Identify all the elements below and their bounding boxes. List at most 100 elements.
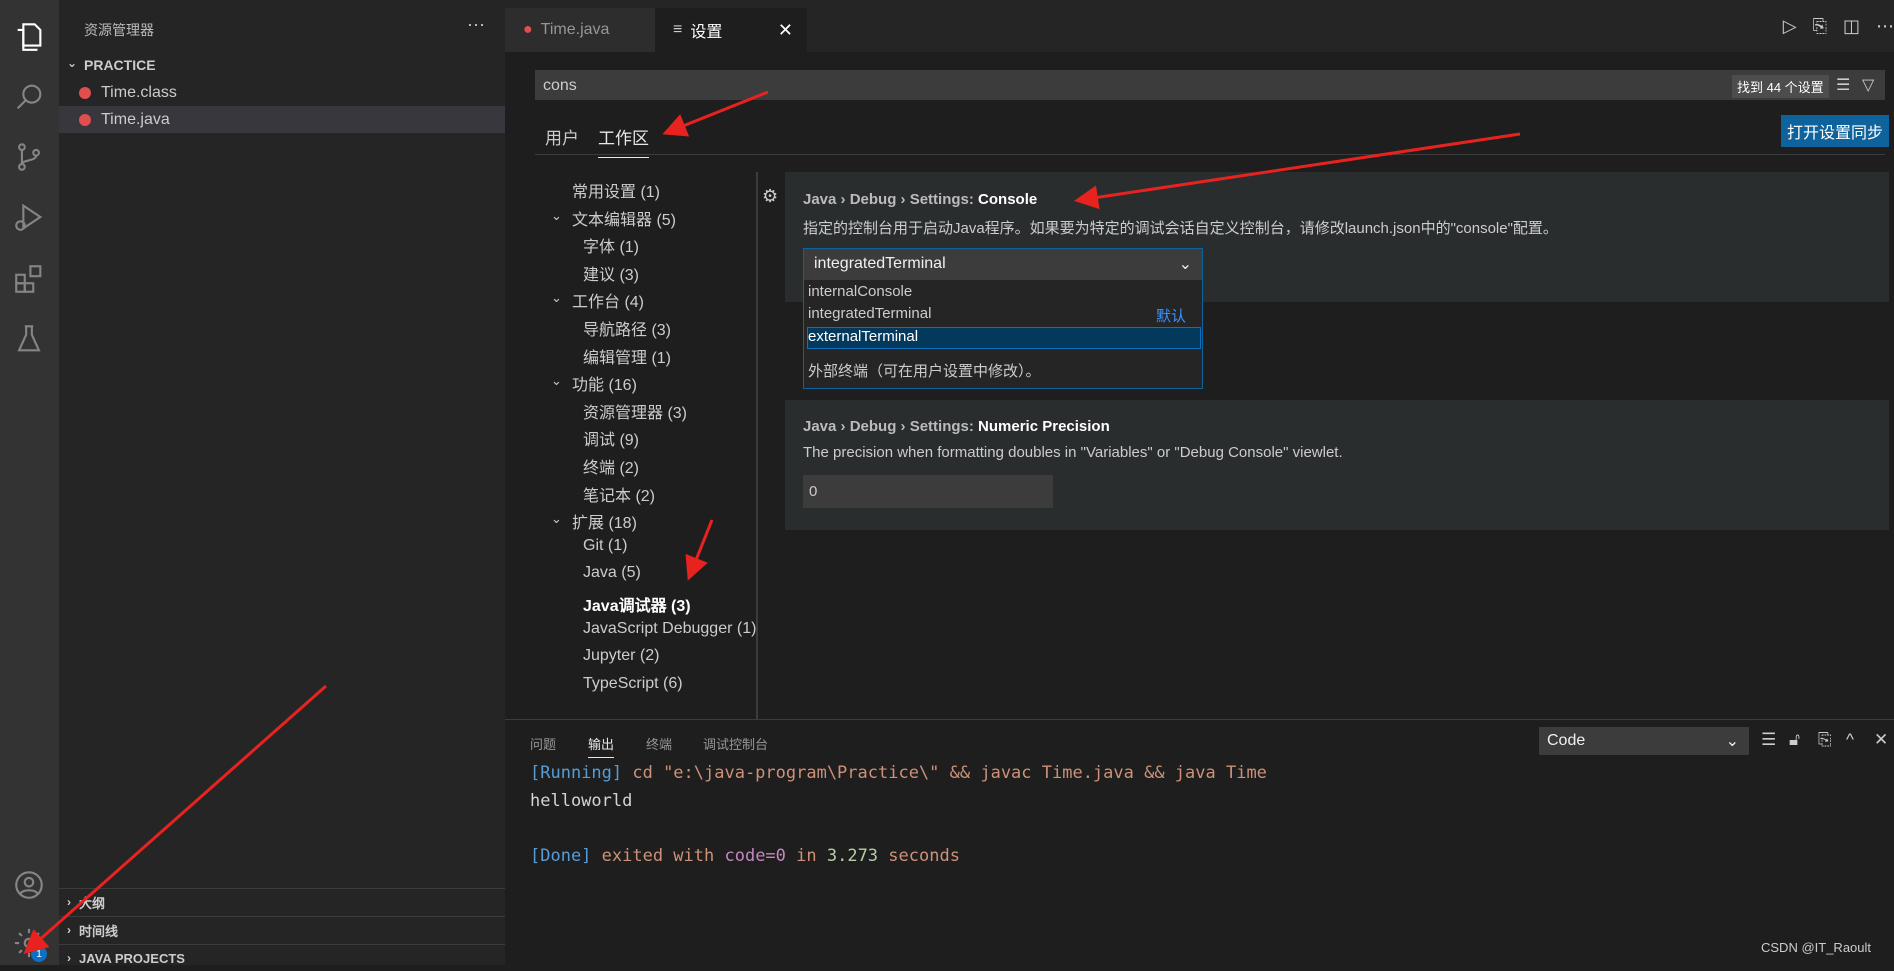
- file-time-java[interactable]: Time.java: [59, 106, 505, 133]
- toc-item[interactable]: 工作台 (4): [572, 288, 644, 312]
- toc-item[interactable]: JavaScript Debugger (1): [583, 620, 756, 638]
- numeric-precision-input[interactable]: [803, 475, 1053, 508]
- close-icon[interactable]: ✕: [778, 20, 793, 41]
- file-label: Time.class: [101, 83, 177, 101]
- toc-item[interactable]: Java调试器 (3): [583, 592, 691, 616]
- section-label: 大纲: [79, 895, 106, 911]
- divider: [535, 154, 1885, 155]
- search-icon[interactable]: [10, 78, 48, 116]
- section-timeline[interactable]: › 时间线: [59, 916, 505, 943]
- chevron-right-icon: ›: [67, 951, 71, 965]
- exit-code: code=0: [724, 846, 786, 866]
- output-line-done: [Done] exited with code=0 in 3.273 secon…: [530, 846, 960, 866]
- toc-item[interactable]: 调试 (9): [583, 426, 639, 450]
- clear-filter-icon[interactable]: ☰: [1836, 75, 1850, 95]
- setting-name: Console: [978, 191, 1038, 208]
- watermark: CSDN @IT_Raoult: [1761, 940, 1872, 955]
- run-icon[interactable]: ▷: [1783, 16, 1797, 37]
- extensions-icon[interactable]: [10, 260, 48, 298]
- open-log-icon[interactable]: ⎘: [1818, 730, 1832, 750]
- option-label: integratedTerminal: [808, 305, 932, 322]
- toc-item[interactable]: 笔记本 (2): [583, 482, 655, 506]
- default-badge: 默认: [1155, 308, 1186, 325]
- settings-sync-button[interactable]: 打开设置同步: [1781, 115, 1889, 147]
- filter-icon[interactable]: ▽: [1862, 75, 1874, 95]
- maximize-panel-icon[interactable]: ^: [1846, 730, 1854, 750]
- done-text: seconds: [878, 846, 960, 866]
- tab-time-java[interactable]: ● Time.java: [505, 8, 655, 52]
- account-icon[interactable]: [10, 866, 48, 904]
- option-label: internalConsole: [808, 283, 913, 300]
- folder-label: PRACTICE: [84, 57, 156, 73]
- chevron-down-icon[interactable]: ⌄: [551, 373, 562, 389]
- toc-item[interactable]: 资源管理器 (3): [583, 399, 687, 423]
- settings-search-input[interactable]: [541, 73, 1645, 99]
- toc-item[interactable]: 功能 (16): [572, 371, 637, 395]
- select-value: Code: [1547, 732, 1586, 749]
- option-external-terminal[interactable]: externalTerminal: [807, 327, 1201, 349]
- toc-item[interactable]: Java (5): [583, 564, 641, 582]
- file-time-class[interactable]: Time.class: [59, 79, 505, 106]
- console-select[interactable]: integratedTerminal ⌄: [803, 248, 1203, 281]
- section-outline[interactable]: › 大纲: [59, 888, 505, 915]
- section-java-projects[interactable]: › JAVA PROJECTS: [59, 944, 505, 971]
- run-debug-icon[interactable]: [10, 198, 48, 236]
- toc-item[interactable]: 导航路径 (3): [583, 316, 671, 340]
- chevron-down-icon[interactable]: ⌄: [551, 511, 562, 527]
- option-description: 外部终端（可在用户设置中修改）。: [808, 363, 1041, 380]
- file-label: Time.java: [101, 110, 170, 128]
- toc-item[interactable]: 文本编辑器 (5): [572, 206, 676, 230]
- java-file-icon: [79, 86, 91, 99]
- toc-item[interactable]: 扩展 (18): [572, 509, 637, 533]
- toc-item[interactable]: Jupyter (2): [583, 647, 659, 665]
- toc-item[interactable]: 终端 (2): [583, 454, 639, 478]
- command-text: cd "e:\java-program\Practice\" && javac …: [622, 763, 1267, 783]
- toc-item[interactable]: 编辑管理 (1): [583, 344, 671, 368]
- clear-output-icon[interactable]: ☰: [1761, 730, 1776, 750]
- testing-flask-icon[interactable]: [10, 320, 48, 358]
- editor-tab-bar: ● Time.java ≡ 设置 ✕ ▷ ⎘ ◫ ⋯: [505, 0, 1894, 52]
- duration-value: 3.273: [826, 846, 879, 866]
- panel-tab-debug-console[interactable]: 调试控制台: [703, 734, 768, 753]
- toc-item[interactable]: 建议 (3): [583, 261, 639, 285]
- explorer-icon[interactable]: [10, 18, 48, 56]
- more-actions-icon[interactable]: ···: [467, 14, 485, 35]
- panel-tab-terminal[interactable]: 终端: [646, 734, 672, 753]
- section-label: 时间线: [79, 923, 119, 939]
- select-value: integratedTerminal: [814, 255, 946, 272]
- setting-gear-icon[interactable]: ⚙: [762, 186, 778, 207]
- folder-practice[interactable]: ⌄ PRACTICE: [59, 53, 505, 77]
- more-actions-icon[interactable]: ⋯: [1876, 16, 1894, 37]
- toc-item[interactable]: Git (1): [583, 537, 627, 555]
- tab-settings[interactable]: ≡ 设置 ✕: [655, 8, 807, 52]
- setting-precision-title: Java › Debug › Settings: Numeric Precisi…: [803, 418, 1110, 435]
- split-editor-icon[interactable]: ◫: [1843, 16, 1860, 37]
- output-panel: 问题 输出 终端 调试控制台: [505, 719, 1894, 966]
- chevron-down-icon[interactable]: ⌄: [551, 208, 562, 224]
- close-panel-icon[interactable]: ✕: [1874, 730, 1888, 750]
- toc-item[interactable]: TypeScript (6): [583, 675, 683, 693]
- chevron-down-icon[interactable]: ⌄: [551, 290, 562, 306]
- toc-item[interactable]: 常用设置 (1): [572, 178, 660, 202]
- source-control-icon[interactable]: [10, 138, 48, 176]
- scope-tab-user[interactable]: 用户: [545, 124, 579, 157]
- toc-item[interactable]: 字体 (1): [583, 233, 639, 257]
- open-json-icon[interactable]: ⎘: [1813, 16, 1827, 37]
- lock-scroll-icon[interactable]: 🔓︎: [1789, 730, 1800, 750]
- editor-actions: ▷ ⎘ ◫ ⋯: [1783, 16, 1894, 37]
- chevron-down-icon: ⌄: [1725, 733, 1739, 750]
- section-label: JAVA PROJECTS: [79, 950, 185, 966]
- tab-label: Time.java: [540, 21, 610, 38]
- running-tag: [Running]: [530, 763, 623, 783]
- scope-tab-workspace[interactable]: 工作区: [598, 124, 649, 158]
- done-text: in: [785, 846, 827, 866]
- setting-category: Java › Debug › Settings:: [803, 191, 979, 208]
- option-integrated-terminal[interactable]: integratedTerminal 默认: [808, 305, 1200, 325]
- panel-tab-problems[interactable]: 问题: [530, 734, 556, 753]
- panel-tab-output[interactable]: 输出: [588, 734, 615, 758]
- option-internal-console[interactable]: internalConsole: [808, 283, 1200, 303]
- tab-label: 设置: [690, 24, 723, 41]
- java-file-icon: [79, 113, 91, 126]
- output-channel-select[interactable]: Code ⌄: [1539, 727, 1749, 755]
- search-result-count: 找到 44 个设置: [1732, 75, 1829, 98]
